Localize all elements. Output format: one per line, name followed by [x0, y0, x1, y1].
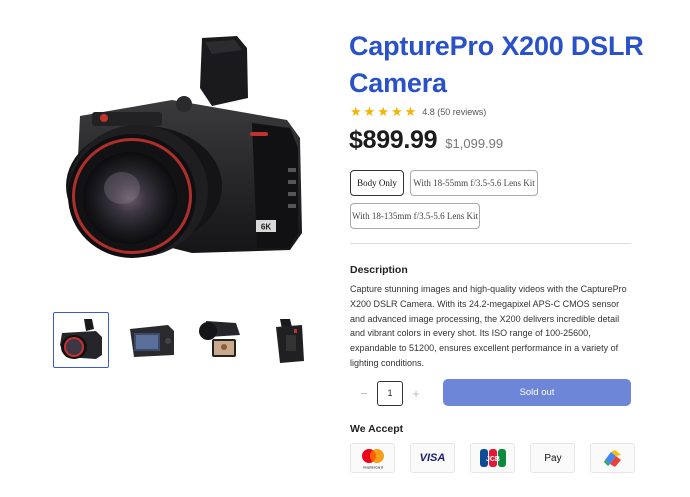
mastercard-icon: mastercard — [350, 443, 395, 473]
quantity-input[interactable]: 1 — [377, 380, 403, 406]
quantity-increase-button[interactable]: + — [403, 380, 429, 406]
price-row: $899.99 $1,099.99 — [349, 126, 503, 155]
star-icon: ★ — [363, 104, 376, 119]
sale-price: $899.99 — [349, 126, 438, 154]
camera-flip-thumb-icon — [199, 321, 240, 357]
compare-price: $1,099.99 — [445, 136, 504, 151]
product-title: CapturePro X200 DSLR Camera — [349, 31, 644, 98]
variant-18-135-kit[interactable]: With 18-135mm f/3.5-5.6 Lens Kit — [350, 203, 480, 229]
camera-back-thumb-icon — [130, 325, 174, 357]
description-text: Capture stunning images and high-quality… — [350, 284, 627, 368]
jcb-label: JCB — [485, 456, 499, 463]
product-rating[interactable]: ★ ★ ★ ★ ★ 4.8 (50 reviews) — [350, 105, 486, 118]
apple-pay-label: Pay — [544, 452, 562, 464]
divider — [350, 243, 631, 244]
star-icon: ★ — [390, 104, 403, 119]
apple-pay-icon: Pay — [530, 443, 575, 473]
quantity-stepper: − 1 + — [351, 380, 429, 406]
quantity-decrease-button[interactable]: − — [351, 380, 377, 406]
main-product-image[interactable]: 6K — [52, 28, 322, 290]
thumbnail-4[interactable] — [263, 312, 319, 368]
sold-out-button[interactable]: Sold out — [443, 379, 631, 406]
visa-icon: VISA — [410, 443, 455, 473]
google-pay-icon — [590, 443, 635, 473]
star-icon: ★ — [377, 104, 389, 119]
rating-text: 4.8 (50 reviews) — [422, 106, 487, 117]
star-icon: ★ — [404, 104, 417, 119]
visa-label: VISA — [419, 452, 446, 464]
variant-18-55-kit[interactable]: With 18-55mm f/3.5-5.6 Lens Kit — [410, 170, 538, 196]
mastercard-label: mastercard — [362, 465, 382, 470]
payment-methods: mastercard VISA JCB Pay — [350, 443, 635, 473]
svg-text:6K: 6K — [261, 223, 271, 232]
camera-image: 6K — [66, 36, 302, 258]
variant-body-only[interactable]: Body Only — [350, 170, 404, 196]
star-icon: ★ — [350, 104, 362, 119]
camera-thumb-icon — [60, 319, 102, 359]
camera-side-thumb-icon — [276, 319, 304, 363]
description-heading: Description — [350, 264, 408, 276]
thumbnail-2[interactable] — [123, 312, 179, 368]
thumbnail-3[interactable] — [193, 312, 249, 368]
payments-heading: We Accept — [350, 423, 404, 435]
jcb-icon: JCB — [470, 443, 515, 473]
thumbnail-strip — [53, 312, 319, 368]
thumbnail-1[interactable] — [53, 312, 109, 368]
